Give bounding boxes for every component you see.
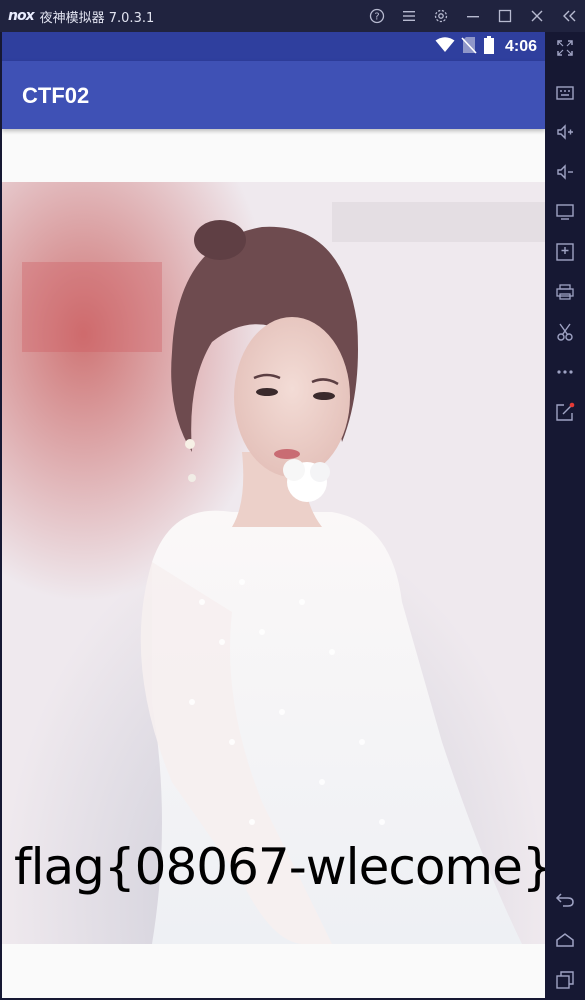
app-title: CTF02 <box>22 83 90 108</box>
emulator-title: 夜神模拟器 7.0.3.1 <box>39 10 155 26</box>
fullscreen-icon[interactable] <box>545 32 585 64</box>
print-icon[interactable] <box>545 276 585 308</box>
more-icon[interactable] <box>545 356 585 388</box>
nox-logo: nox <box>8 8 35 24</box>
maximize-icon[interactable] <box>489 0 521 32</box>
status-icons: 4:06 <box>435 32 537 61</box>
recent-apps-icon[interactable] <box>545 964 585 996</box>
app-bar: CTF02 <box>2 61 545 129</box>
window-controls: ? <box>361 0 585 32</box>
share-icon[interactable] <box>545 396 585 428</box>
status-bar: 4:06 <box>2 32 545 61</box>
emulator-window: nox 夜神模拟器 7.0.3.1 ? 4:06 CTF02 flag{0806… <box>0 0 585 1000</box>
screen-icon[interactable] <box>545 196 585 228</box>
no-sim-icon <box>461 36 477 58</box>
volume-up-icon[interactable] <box>545 116 585 148</box>
emulator-sidebar <box>545 32 585 1000</box>
battery-icon <box>483 35 495 58</box>
settings-icon[interactable] <box>425 0 457 32</box>
svg-text:?: ? <box>374 12 379 23</box>
home-icon[interactable] <box>545 924 585 956</box>
scissors-icon[interactable] <box>545 316 585 348</box>
status-time: 4:06 <box>504 37 537 55</box>
volume-down-icon[interactable] <box>545 156 585 188</box>
back-icon[interactable] <box>545 884 585 916</box>
flag-text: flag{08067-wlecome} <box>14 838 545 896</box>
add-apk-icon[interactable] <box>545 236 585 268</box>
emulator-titlebar: nox 夜神模拟器 7.0.3.1 ? <box>0 0 585 32</box>
minimize-icon[interactable] <box>457 0 489 32</box>
android-screen: 4:06 CTF02 flag{08067-wlecome} <box>2 32 545 998</box>
portrait-image: flag{08067-wlecome} <box>2 182 545 944</box>
close-icon[interactable] <box>521 0 553 32</box>
collapse-sidebar-icon[interactable] <box>553 0 585 32</box>
wifi-icon <box>435 36 455 57</box>
help-icon[interactable]: ? <box>361 0 393 32</box>
keyboard-icon[interactable] <box>545 76 585 108</box>
menu-icon[interactable] <box>393 0 425 32</box>
portrait-illustration <box>2 182 545 944</box>
